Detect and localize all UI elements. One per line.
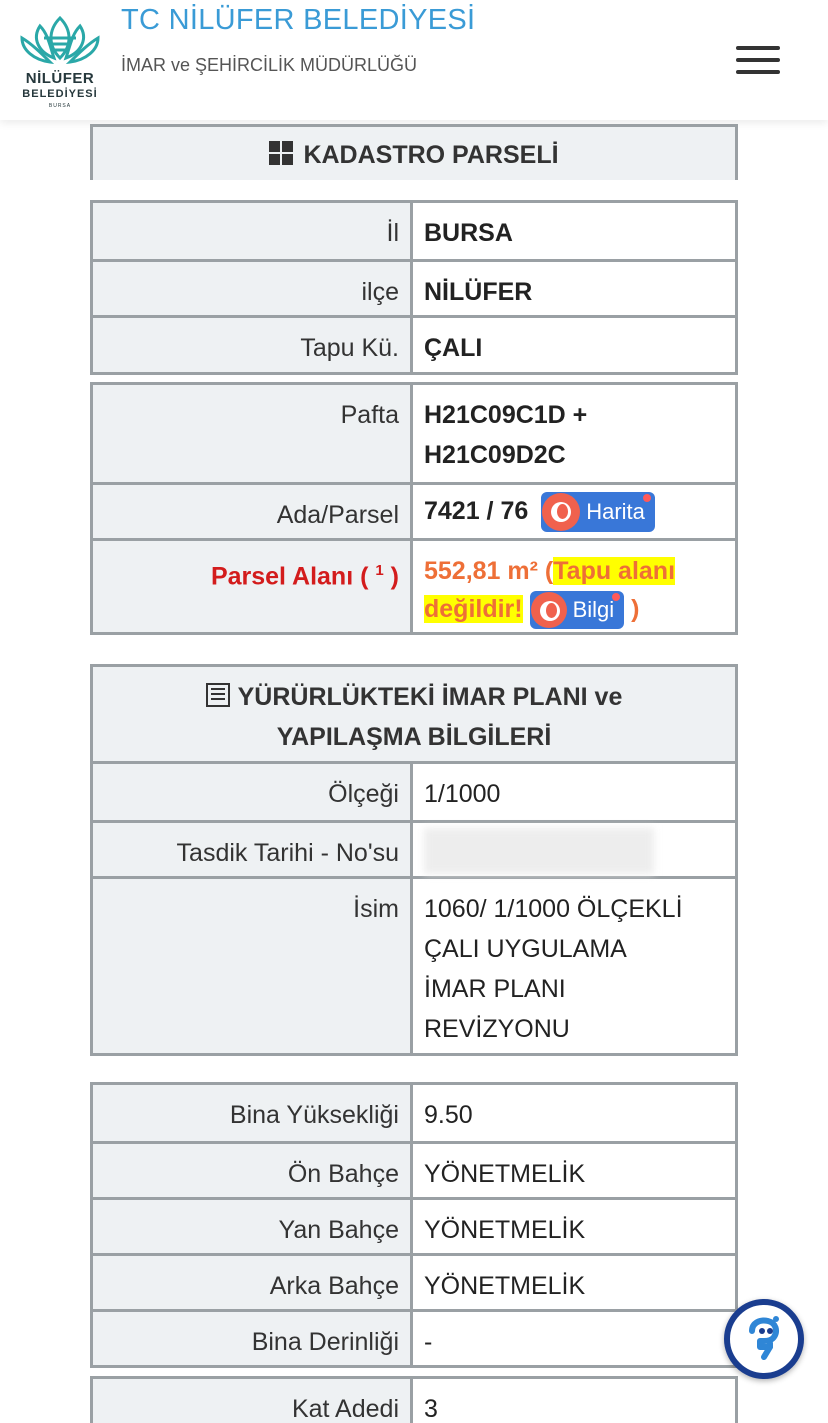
- hamburger-icon[interactable]: [736, 44, 780, 76]
- table-row: Ölçeği 1/1000: [93, 764, 735, 820]
- support-chat-button[interactable]: [724, 1299, 804, 1379]
- tapu-alani-note-2: değildir!: [424, 595, 523, 623]
- tasdik-label: Tasdik Tarihi - No'su: [93, 823, 413, 876]
- table-row: Ön Bahçe YÖNETMELİK: [93, 1141, 735, 1197]
- isim-label: İsim: [93, 879, 413, 1053]
- pafta-value: H21C09C1D + H21C09D2C: [413, 385, 735, 482]
- pafta-label: Pafta: [93, 385, 413, 482]
- table-row: Bina Yüksekliği 9.50: [93, 1085, 735, 1141]
- imar-section-title-1: YÜRÜRLÜKTEKİ İMAR PLANI ve: [237, 683, 623, 711]
- il-value: BURSA: [424, 219, 513, 247]
- grid-icon: [269, 141, 294, 165]
- paren-close: ): [631, 595, 640, 623]
- table-row: İl BURSA: [93, 203, 735, 259]
- tapu-ku-label: Tapu Kü.: [93, 318, 413, 372]
- parsel-alani-value: 552,81 m²: [424, 557, 538, 585]
- table-row: Bina Derinliği -: [93, 1309, 735, 1365]
- harita-button[interactable]: Harita: [541, 492, 655, 533]
- bina-yuksekligi-value: 9.50: [424, 1101, 473, 1129]
- table-row: Pafta H21C09C1D + H21C09D2C: [93, 385, 735, 482]
- isim-line: 1060/ 1/1000 ÖLÇEKLİ: [424, 895, 683, 923]
- table-row: Tapu Kü. ÇALI: [93, 315, 735, 372]
- logo-text-bursa: BURSA: [48, 103, 72, 109]
- yapilasma-table: Bina Yüksekliği 9.50 Ön Bahçe YÖNETMELİK…: [90, 1082, 738, 1368]
- list-icon: [205, 683, 230, 707]
- on-bahce-value: YÖNETMELİK: [424, 1160, 586, 1188]
- isim-line: ÇALI UYGULAMA: [424, 935, 627, 963]
- imar-table: Ölçeği 1/1000 Tasdik Tarihi - No'su İsim…: [90, 761, 738, 1056]
- arka-bahce-value: YÖNETMELİK: [424, 1272, 586, 1300]
- arka-bahce-label: Arka Bahçe: [93, 1256, 413, 1309]
- on-bahce-label: Ön Bahçe: [93, 1144, 413, 1197]
- il-label: İl: [93, 203, 413, 259]
- footnote-marker[interactable]: 1: [375, 562, 383, 579]
- bina-derinligi-value: -: [424, 1328, 433, 1356]
- kadastro-section-header: KADASTRO PARSELİ: [90, 124, 738, 180]
- table-row: Ada/Parsel 7421 / 76 Harita: [93, 482, 735, 538]
- parsel-alani-label-text: Parsel Alanı (: [210, 562, 369, 591]
- parsel-alani-label: Parsel Alanı ( 1 ): [93, 541, 413, 632]
- ada-parsel-value-cell: 7421 / 76 Harita: [413, 485, 735, 538]
- logo-text-belediyesi: BELEDİYESİ: [22, 88, 98, 100]
- paren-open: (: [544, 557, 554, 585]
- bina-yuksekligi-label: Bina Yüksekliği: [93, 1085, 413, 1141]
- imar-section-header: YÜRÜRLÜKTEKİ İMAR PLANI ve YAPILAŞMA BİL…: [90, 664, 738, 764]
- kat-adedi-label: Kat Adedi: [93, 1379, 413, 1423]
- notification-dot: [642, 494, 651, 503]
- table-row: Tasdik Tarihi - No'su: [93, 820, 735, 876]
- yan-bahce-label: Yan Bahçe: [93, 1200, 413, 1253]
- app-header: NİLÜFER BELEDİYESİ BURSA TC NİLÜFER BELE…: [0, 0, 828, 120]
- ilce-value: NİLÜFER: [424, 278, 533, 306]
- notification-dot: [612, 593, 621, 602]
- lotus-logo-icon: [20, 15, 100, 65]
- ada-parsel-value: 7421 / 76: [424, 497, 529, 525]
- redacted-block: [424, 828, 654, 875]
- isim-line: REVİZYONU: [424, 1015, 570, 1043]
- bilgi-button[interactable]: Bilgi: [529, 591, 625, 630]
- parsel-alani-value-cell: 552,81 m² (Tapu alanı değildir! Bilgi ): [413, 541, 735, 632]
- site-title[interactable]: TC NİLÜFER BELEDİYESİ: [121, 4, 475, 37]
- olcek-label: Ölçeği: [93, 764, 413, 820]
- yan-bahce-value: YÖNETMELİK: [424, 1216, 586, 1244]
- olcek-value: 1/1000: [424, 780, 501, 808]
- pafta-value-line1: H21C09C1D +: [424, 401, 588, 429]
- table-row: Yan Bahçe YÖNETMELİK: [93, 1197, 735, 1253]
- tapu-alani-note-1: Tapu alanı: [553, 557, 676, 585]
- tapu-ku-value: ÇALI: [424, 334, 483, 362]
- kat-adedi-value: 3: [424, 1395, 438, 1423]
- site-subtitle: İMAR ve ŞEHİRCİLİK MÜDÜRLÜĞÜ: [121, 55, 418, 75]
- logo-text-nilufer: NİLÜFER: [25, 70, 95, 87]
- isim-value: 1060/ 1/1000 ÖLÇEKLİ ÇALI UYGULAMA İMAR …: [413, 879, 735, 1053]
- parsel-table: Pafta H21C09C1D + H21C09D2C Ada/Parsel 7…: [90, 382, 738, 635]
- globe-icon: [530, 592, 567, 629]
- ada-parsel-label: Ada/Parsel: [93, 485, 413, 538]
- parsel-alani-label-close: ): [390, 562, 399, 591]
- tasdik-value-redacted: [413, 823, 735, 876]
- pafta-value-line2: H21C09D2C: [424, 441, 566, 469]
- harita-button-label: Harita: [586, 499, 645, 525]
- isim-line: İMAR PLANI: [424, 975, 566, 1003]
- table-row: Kat Adedi 3: [93, 1379, 735, 1423]
- chat-icon: [740, 1315, 788, 1363]
- bilgi-button-label: Bilgi: [572, 597, 615, 623]
- ilce-label: ilçe: [93, 262, 413, 315]
- kat-table: Kat Adedi 3: [90, 1376, 738, 1423]
- kadastro-section-title: KADASTRO PARSELİ: [303, 141, 559, 169]
- globe-icon: [542, 493, 581, 532]
- location-table: İl BURSA ilçe NİLÜFER Tapu Kü. ÇALI: [90, 200, 738, 375]
- bina-derinligi-label: Bina Derinliği: [93, 1312, 413, 1365]
- table-row: ilçe NİLÜFER: [93, 259, 735, 315]
- imar-section-title-2: YAPILAŞMA BİLGİLERİ: [276, 723, 552, 751]
- table-row: Parsel Alanı ( 1 ) 552,81 m² (Tapu alanı…: [93, 538, 735, 632]
- nilufer-logo[interactable]: NİLÜFER BELEDİYESİ BURSA: [10, 8, 110, 112]
- table-row: İsim 1060/ 1/1000 ÖLÇEKLİ ÇALI UYGULAMA …: [93, 876, 735, 1053]
- table-row: Arka Bahçe YÖNETMELİK: [93, 1253, 735, 1309]
